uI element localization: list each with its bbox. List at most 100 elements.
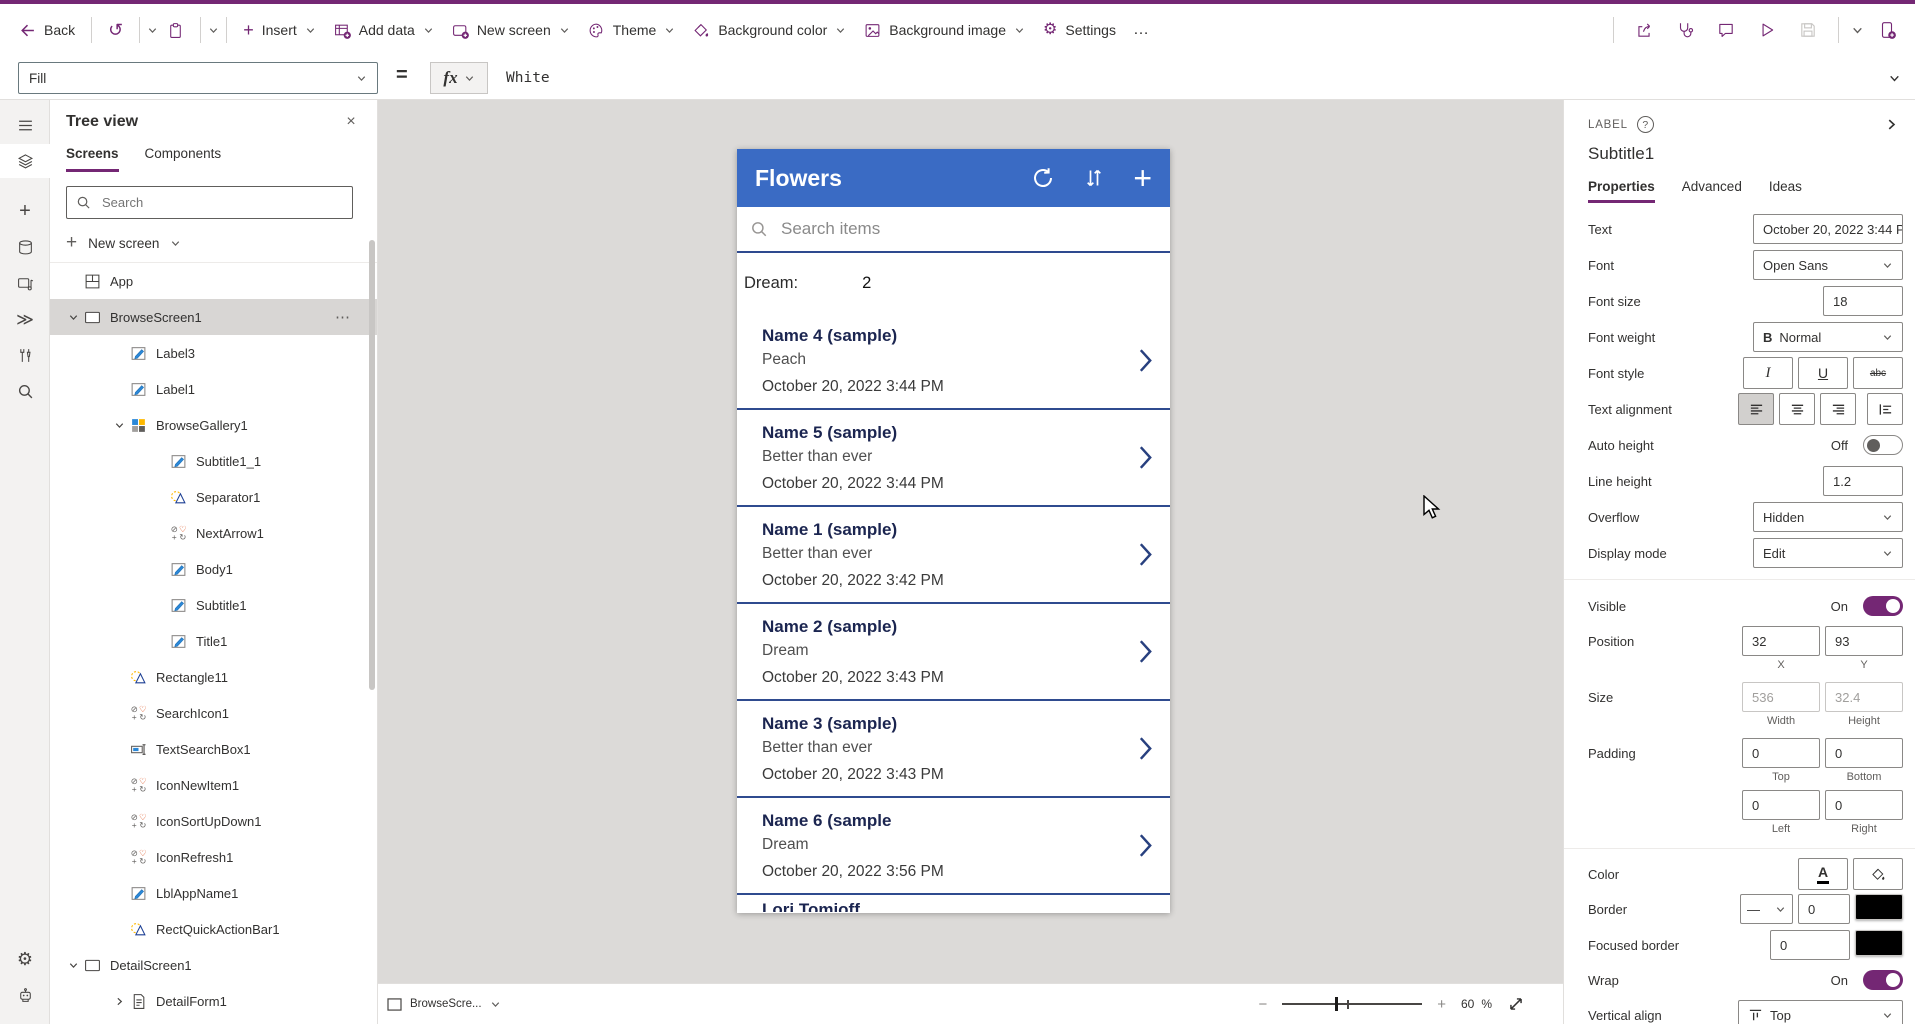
toolbar-overflow-button[interactable]: … <box>1125 21 1159 39</box>
visible-toggle[interactable] <box>1863 596 1903 616</box>
zoom-in-button[interactable]: + <box>1437 997 1446 1012</box>
rail-media-button[interactable] <box>0 266 50 300</box>
fx-selector[interactable]: fx <box>430 62 488 94</box>
vertical-align-dropdown[interactable]: Top <box>1738 1000 1903 1024</box>
next-arrow-icon[interactable] <box>1138 832 1153 859</box>
gallery-item[interactable]: Name 2 (sample) Dream October 20, 2022 3… <box>737 604 1170 701</box>
chevron-down-icon[interactable] <box>108 420 130 431</box>
tree-item-browsegallery1[interactable]: BrowseGallery1 <box>50 407 377 443</box>
padding-top-input[interactable]: 0 <box>1742 738 1820 768</box>
tab-screens[interactable]: Screens <box>66 146 119 172</box>
canvas-area[interactable]: Flowers + Dream: 2 Name 4 (sample) Peach <box>378 100 1563 1024</box>
tree-item-detailform1[interactable]: DetailForm1 <box>50 983 377 1019</box>
gallery-item[interactable]: Name 3 (sample) Better than ever October… <box>737 701 1170 798</box>
tree-search-input[interactable] <box>100 194 343 211</box>
chevron-down-icon[interactable] <box>62 312 84 323</box>
share-button[interactable] <box>1626 13 1662 47</box>
next-arrow-icon[interactable] <box>1138 735 1153 762</box>
rail-search-button[interactable] <box>0 374 50 408</box>
tree-item-detailscreen1[interactable]: DetailScreen1 <box>50 947 377 983</box>
tab-ideas[interactable]: Ideas <box>1769 179 1802 203</box>
tab-components[interactable]: Components <box>145 146 222 172</box>
back-button[interactable]: Back <box>10 16 84 45</box>
next-arrow-icon[interactable] <box>1138 638 1153 665</box>
fill-color-button[interactable] <box>1853 858 1903 890</box>
tree-item-subtitle1[interactable]: Subtitle1 <box>50 587 377 623</box>
items-search-input[interactable] <box>779 218 1157 240</box>
line-height-input[interactable]: 1.2 <box>1823 466 1903 496</box>
next-arrow-icon[interactable] <box>1138 347 1153 374</box>
fit-to-window-button[interactable] <box>1507 995 1525 1013</box>
gallery-item[interactable]: Name 1 (sample) Better than ever October… <box>737 507 1170 604</box>
overflow-dropdown[interactable]: Hidden <box>1753 502 1903 532</box>
save-button[interactable] <box>1790 13 1826 47</box>
size-width-input[interactable]: 536 <box>1742 682 1820 712</box>
sort-updown-icon[interactable] <box>1082 166 1106 190</box>
paste-dropdown-chevron[interactable] <box>208 25 219 36</box>
refresh-icon[interactable] <box>1031 166 1055 190</box>
next-arrow-icon[interactable] <box>1138 541 1153 568</box>
tree-item-lblappname1[interactable]: LblAppName1 <box>50 875 377 911</box>
phone-screen-preview[interactable]: Flowers + Dream: 2 Name 4 (sample) Peach <box>737 149 1170 913</box>
tree-item-label3[interactable]: Label3 <box>50 335 377 371</box>
chevron-down-icon[interactable] <box>62 960 84 971</box>
font-weight-dropdown[interactable]: BNormal <box>1753 322 1903 352</box>
rail-insert-button[interactable]: + <box>0 194 50 228</box>
tree-item-iconrefresh1[interactable]: ⊘♡+↻ IconRefresh1 <box>50 839 377 875</box>
rail-tree-view-button[interactable] <box>0 144 50 178</box>
app-checker-button[interactable] <box>1667 13 1703 47</box>
auto-height-toggle[interactable] <box>1863 435 1903 455</box>
gallery-item-clipped[interactable]: Lori Tomioff <box>737 895 1170 912</box>
undo-dropdown-chevron[interactable] <box>147 25 158 36</box>
background-color-menu[interactable]: Background color <box>684 16 855 45</box>
tree-scrollbar-thumb[interactable] <box>369 240 375 690</box>
font-size-input[interactable]: 18 <box>1823 286 1903 316</box>
property-selector[interactable]: Fill <box>18 62 378 94</box>
padding-left-input[interactable]: 0 <box>1742 790 1820 820</box>
font-dropdown[interactable]: Open Sans <box>1753 250 1903 280</box>
close-panel-button[interactable]: × <box>337 108 365 136</box>
formula-input[interactable]: White <box>506 56 550 100</box>
italic-button[interactable]: I <box>1743 357 1793 389</box>
menu-button[interactable] <box>0 108 50 142</box>
help-icon[interactable]: ? <box>1637 116 1654 133</box>
new-item-plus-icon[interactable]: + <box>1133 164 1152 193</box>
align-left-button[interactable] <box>1738 393 1774 425</box>
wrap-toggle[interactable] <box>1863 970 1903 990</box>
gallery-item[interactable]: Name 6 (sample Dream October 20, 2022 3:… <box>737 798 1170 895</box>
background-image-menu[interactable]: Background image <box>855 16 1034 45</box>
padding-right-input[interactable]: 0 <box>1825 790 1903 820</box>
underline-button[interactable]: U <box>1798 357 1848 389</box>
tree-item-app[interactable]: App <box>50 263 377 299</box>
tree-item-subtitle1-1[interactable]: Subtitle1_1 <box>50 443 377 479</box>
padding-bottom-input[interactable]: 0 <box>1825 738 1903 768</box>
add-data-menu[interactable]: Add data <box>325 16 443 45</box>
new-screen-menu[interactable]: New screen <box>443 16 579 45</box>
position-x-input[interactable]: 32 <box>1742 626 1820 656</box>
tree-item-iconsortupdown1[interactable]: ⊘♡+↻ IconSortUpDown1 <box>50 803 377 839</box>
tree-item-label1[interactable]: Label1 <box>50 371 377 407</box>
rail-power-automate-button[interactable]: ≫ <box>0 302 50 336</box>
gallery-item[interactable]: Name 5 (sample) Better than ever October… <box>737 410 1170 507</box>
tree-new-screen-button[interactable]: + New screen <box>66 226 181 260</box>
tree-item-browsescreen1[interactable]: BrowseScreen1 ⋯ <box>50 299 377 335</box>
gallery-item[interactable]: Name 4 (sample) Peach October 20, 2022 3… <box>737 313 1170 410</box>
zoom-out-button[interactable]: − <box>1258 997 1267 1012</box>
insert-menu[interactable]: + Insert <box>234 15 325 45</box>
tree-item-separator1[interactable]: Separator1 <box>50 479 377 515</box>
focused-border-color-swatch[interactable] <box>1855 930 1903 956</box>
tree-item-iconnewitem1[interactable]: ⊘♡+↻ IconNewItem1 <box>50 767 377 803</box>
border-color-swatch[interactable] <box>1855 894 1903 920</box>
border-style-dropdown[interactable]: — <box>1740 894 1793 924</box>
rail-data-button[interactable] <box>0 230 50 264</box>
items-search-box[interactable] <box>737 207 1170 253</box>
tree-item-searchicon1[interactable]: ⊘♡+↻ SearchIcon1 <box>50 695 377 731</box>
tree-item-nextarrow1[interactable]: ⊘♡+↻ NextArrow1 <box>50 515 377 551</box>
theme-menu[interactable]: Theme <box>579 16 685 45</box>
border-width-input[interactable]: 0 <box>1798 894 1850 924</box>
screen-selector[interactable]: BrowseScre... <box>387 998 501 1011</box>
tree-item-rectquickactionbar1[interactable]: RectQuickActionBar1 <box>50 911 377 947</box>
tab-advanced[interactable]: Advanced <box>1682 179 1742 203</box>
collapse-panel-chevron[interactable] <box>1884 117 1899 132</box>
undo-button[interactable]: ↺ <box>99 15 132 45</box>
